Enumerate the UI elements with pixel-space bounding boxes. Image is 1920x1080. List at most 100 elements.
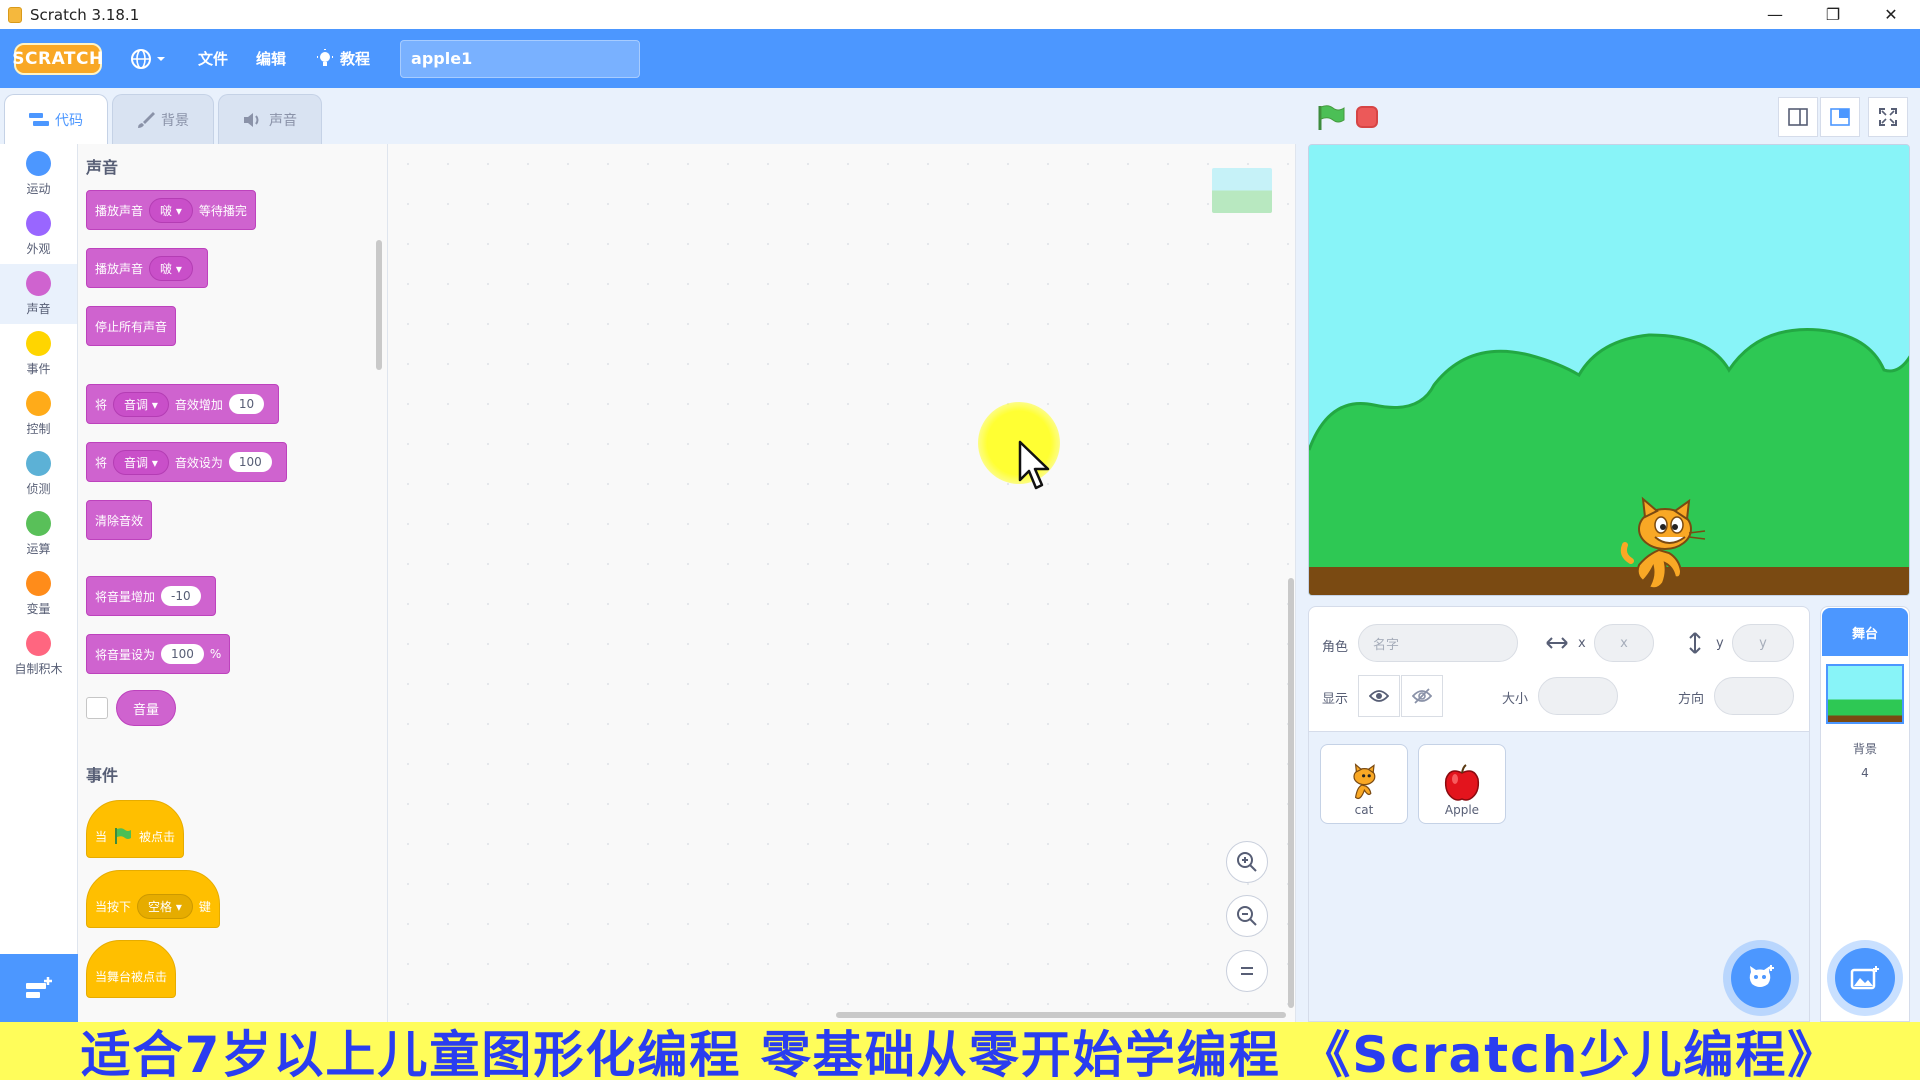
y-position-input[interactable]: y <box>1732 624 1794 662</box>
sound-heading: 声音 <box>86 158 119 177</box>
project-title-input[interactable]: apple1 <box>400 39 641 78</box>
close-button[interactable]: ✕ <box>1862 0 1920 29</box>
green-flag-button[interactable] <box>1316 104 1346 132</box>
category-control[interactable]: 控制 <box>0 384 77 444</box>
workspace-horizontal-scrollbar[interactable] <box>836 1012 1286 1018</box>
restore-button[interactable]: ❐ <box>1804 0 1862 29</box>
play-sound-until-done-block[interactable]: 播放声音 啵 ▾ 等待播完 <box>86 190 256 230</box>
key-menu-dropdown[interactable]: 空格 ▾ <box>137 893 193 919</box>
tab-sounds-label: 声音 <box>269 112 297 129</box>
block-text: 清除音效 <box>95 513 144 528</box>
apple-sprite-thumbnail-icon <box>1444 764 1480 801</box>
start-sound-block[interactable]: 播放声音 啵 ▾ <box>86 248 208 288</box>
palette-scrollbar[interactable] <box>376 240 382 370</box>
block-text: 键 <box>198 899 211 914</box>
category-sound[interactable]: 声音 <box>0 264 77 324</box>
category-events[interactable]: 事件 <box>0 324 77 384</box>
volume-reporter-block[interactable]: 音量 <box>116 690 177 726</box>
zoom-reset-button[interactable] <box>1226 950 1268 992</box>
tab-sounds[interactable]: 声音 <box>218 94 322 144</box>
category-my-blocks[interactable]: 自制积木 <box>0 624 77 684</box>
choose-sprite-button[interactable] <box>1731 948 1791 1008</box>
volume-change-input[interactable]: -10 <box>161 586 201 606</box>
edit-menu[interactable]: 编辑 <box>256 48 286 69</box>
lightbulb-icon <box>317 48 334 66</box>
stop-button[interactable] <box>1356 106 1378 128</box>
category-dot <box>26 271 51 296</box>
x-position-input[interactable]: x <box>1594 624 1654 662</box>
when-flag-clicked-block[interactable]: 当 被点击 <box>86 800 185 858</box>
set-volume-block[interactable]: 将音量设为 100 % <box>86 634 231 674</box>
extension-icon <box>26 977 52 998</box>
category-dot <box>26 571 51 596</box>
when-key-pressed-block[interactable]: 当按下 空格 ▾ 键 <box>86 870 220 928</box>
hide-sprite-button[interactable] <box>1401 675 1443 717</box>
category-motion[interactable]: 运动 <box>0 144 77 204</box>
horizontal-arrows-icon <box>1546 637 1568 649</box>
stage-selector-header: 舞台 <box>1822 608 1908 656</box>
block-text: 音效设为 <box>174 455 223 470</box>
tab-code[interactable]: 代码 <box>4 94 108 144</box>
backdrops-count: 4 <box>1861 766 1869 780</box>
category-dot <box>26 631 51 656</box>
sprite-name-input[interactable]: 名字 <box>1358 624 1518 662</box>
show-label: 显示 <box>1322 692 1349 707</box>
volume-monitor-checkbox[interactable] <box>86 697 108 719</box>
eye-slash-icon <box>1412 688 1432 704</box>
clear-effects-block[interactable]: 清除音效 <box>86 500 153 540</box>
scratch-logo[interactable]: SCRATCH <box>12 42 103 75</box>
minimize-button[interactable]: — <box>1746 0 1804 29</box>
when-stage-clicked-block[interactable]: 当舞台被点击 <box>86 940 177 998</box>
sound-menu-dropdown[interactable]: 啵 ▾ <box>149 197 193 223</box>
show-sprite-button[interactable] <box>1358 675 1400 717</box>
block-categories: 运动 外观 声音 事件 控制 侦测 运算 变量 自制积木 <box>0 144 78 954</box>
block-text: 当舞台被点击 <box>95 969 168 984</box>
sound-menu-dropdown[interactable]: 啵 ▾ <box>149 255 193 281</box>
category-variables[interactable]: 变量 <box>0 564 77 624</box>
x-label: x <box>1578 636 1586 651</box>
globe-icon <box>131 48 151 69</box>
code-workspace[interactable] <box>388 144 1296 1022</box>
category-sensing[interactable]: 侦测 <box>0 444 77 504</box>
y-label: y <box>1716 636 1724 651</box>
tutorials-menu[interactable]: 教程 <box>314 48 370 70</box>
tab-backdrops-label: 背景 <box>161 112 189 129</box>
effect-change-input[interactable]: 10 <box>228 394 265 414</box>
dropdown-value: 音调 <box>124 455 149 470</box>
add-extension-button[interactable] <box>0 954 78 1022</box>
sprite-card-cat[interactable]: cat <box>1320 744 1408 824</box>
block-text: 音效增加 <box>174 397 223 412</box>
small-stage-button[interactable] <box>1778 97 1818 137</box>
effect-set-input[interactable]: 100 <box>228 452 272 472</box>
normal-stage-button[interactable] <box>1820 97 1860 137</box>
zoom-out-button[interactable] <box>1226 895 1268 937</box>
sprite-card-apple[interactable]: Apple <box>1418 744 1506 824</box>
zoom-in-button[interactable] <box>1226 841 1268 883</box>
size-label: 大小 <box>1502 692 1529 707</box>
file-menu[interactable]: 文件 <box>198 48 228 69</box>
full-screen-button[interactable] <box>1868 97 1908 137</box>
direction-input[interactable] <box>1714 677 1794 715</box>
language-menu[interactable] <box>130 48 170 70</box>
category-looks[interactable]: 外观 <box>0 204 77 264</box>
block-text: 当按下 <box>95 899 132 914</box>
category-dot <box>26 451 51 476</box>
workspace-vertical-scrollbar[interactable] <box>1288 578 1294 1008</box>
normal-stage-icon <box>1830 108 1850 126</box>
choose-backdrop-button[interactable] <box>1835 948 1895 1008</box>
tab-backdrops[interactable]: 背景 <box>112 94 214 144</box>
stage-canvas[interactable] <box>1308 144 1910 596</box>
effect-menu-dropdown[interactable]: 音调 ▾ <box>113 391 169 417</box>
stop-all-sounds-block[interactable]: 停止所有声音 <box>86 306 177 346</box>
app-icon <box>8 6 22 23</box>
set-effect-block[interactable]: 将 音调 ▾ 音效设为 100 <box>86 442 287 482</box>
size-input[interactable] <box>1538 677 1618 715</box>
cat-sprite-thumbnail-icon <box>1353 763 1376 800</box>
change-volume-block[interactable]: 将音量增加 -10 <box>86 576 216 616</box>
effect-menu-dropdown[interactable]: 音调 ▾ <box>113 449 169 475</box>
sprite-name: cat <box>1354 803 1374 817</box>
category-operators[interactable]: 运算 <box>0 504 77 564</box>
stage-backdrop-thumbnail[interactable] <box>1826 664 1904 724</box>
change-effect-block[interactable]: 将 音调 ▾ 音效增加 10 <box>86 384 280 424</box>
volume-set-input[interactable]: 100 <box>161 644 204 664</box>
